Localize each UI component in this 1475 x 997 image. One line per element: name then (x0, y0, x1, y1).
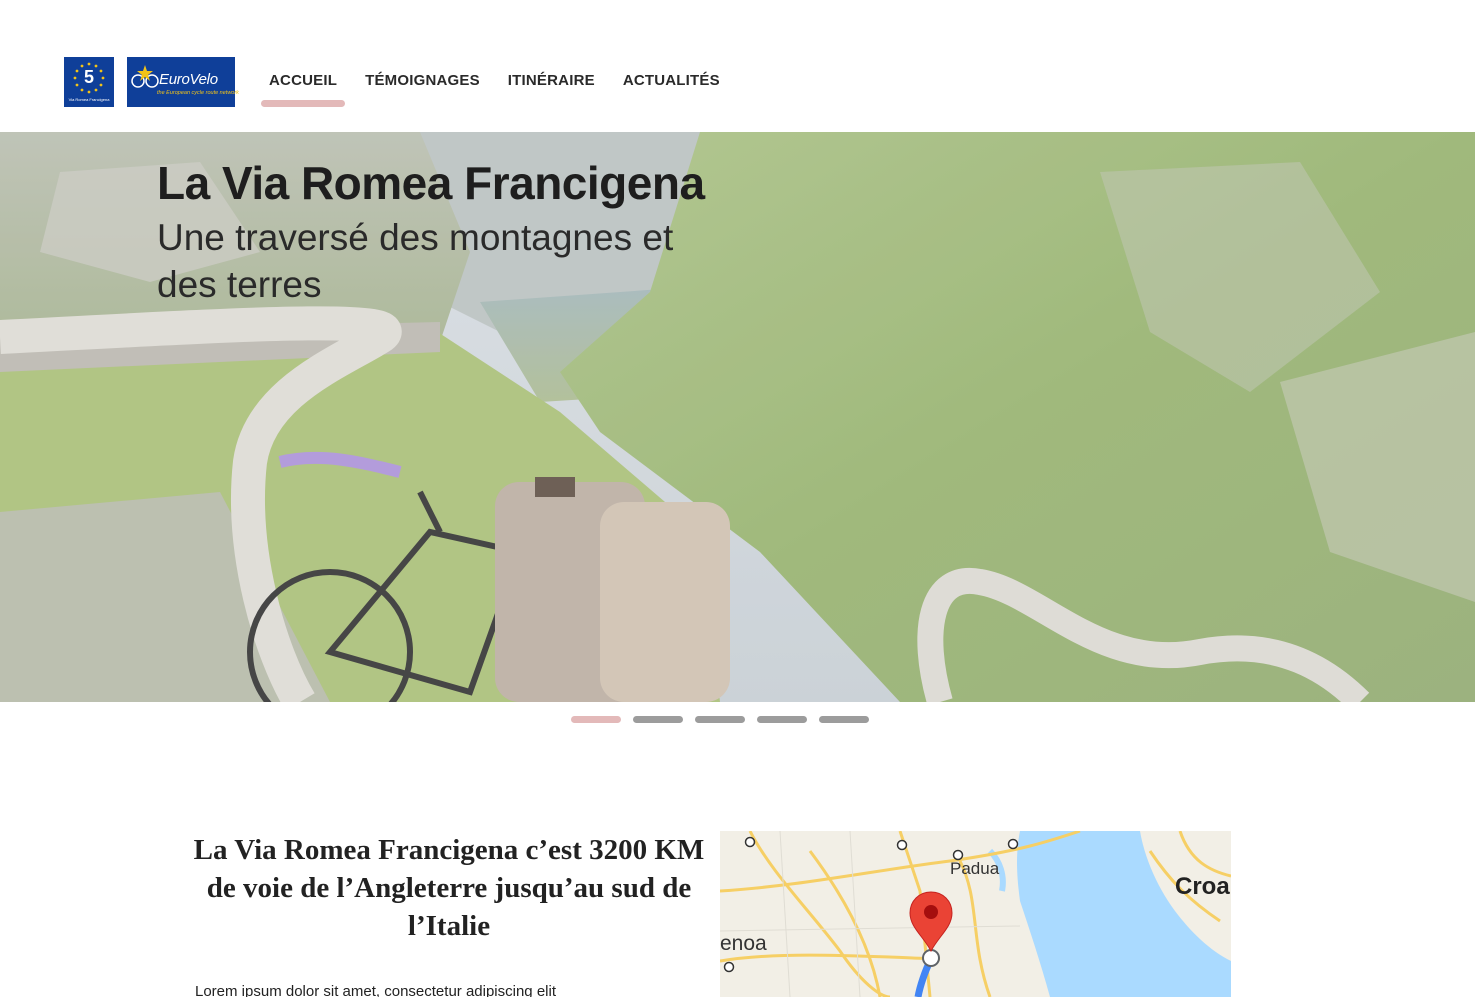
carousel-indicators (571, 716, 881, 723)
intro-headline: La Via Romea Francigena c’est 3200 KM de… (193, 834, 705, 942)
carousel-dot-2[interactable] (633, 716, 683, 723)
nav-item-temoignages[interactable]: TÉMOIGNAGES (351, 72, 494, 108)
active-nav-indicator (261, 100, 346, 107)
main-nav: ACCUEIL TÉMOIGNAGES ITINÉRAIRE ACTUALITÉ… (255, 72, 734, 108)
map-label-genoa: enoa (720, 932, 767, 955)
nav-item-label: ITINÉRAIRE (507, 72, 595, 89)
eurovelo-5-logo[interactable]: 5 Via Romea Francigena (64, 57, 114, 107)
eurovelo-logo[interactable]: EuroVelo the European cycle route networ… (127, 57, 239, 107)
carousel-dot-4[interactable] (757, 716, 807, 723)
nav-item-accueil[interactable]: ACCUEIL (255, 72, 351, 108)
bicycle-star-icon (131, 65, 159, 88)
nav-item-label: ACTUALITÉS (622, 72, 720, 89)
carousel-dot-3[interactable] (695, 716, 745, 723)
hero-carousel[interactable]: La Via Romea Francigena Une traversé des… (0, 132, 1475, 702)
eurovelo-tagline: the European cycle route network (157, 90, 239, 96)
eurovelo-name: EuroVelo (159, 71, 218, 88)
hero-title: La Via Romea Francigena (157, 157, 705, 209)
hero-subtitle: Une traversé des montagnes et des terres (157, 217, 674, 305)
nav-item-actualites[interactable]: ACTUALITÉS (609, 72, 734, 108)
map-label-padua: Padua (950, 859, 1000, 878)
route-number: 5 (83, 67, 94, 87)
nav-item-label: ACCUEIL (269, 72, 338, 89)
location-pin-icon (909, 891, 953, 953)
intro-body: Lorem ipsum dolor sit amet, consectetur … (195, 983, 556, 997)
map-canvas (720, 831, 1231, 997)
map-label-croatia: Croa (1175, 873, 1230, 900)
carousel-dot-1[interactable] (571, 716, 621, 723)
nav-item-itineraire[interactable]: ITINÉRAIRE (494, 72, 609, 108)
route-map[interactable]: Padua Croa enoa (720, 831, 1231, 997)
carousel-dot-5[interactable] (819, 716, 869, 723)
route-caption: Via Romea Francigena (68, 97, 110, 102)
site-header: 5 Via Romea Francigena EuroVelo the Euro… (0, 0, 1475, 132)
nav-item-label: TÉMOIGNAGES (365, 72, 480, 89)
